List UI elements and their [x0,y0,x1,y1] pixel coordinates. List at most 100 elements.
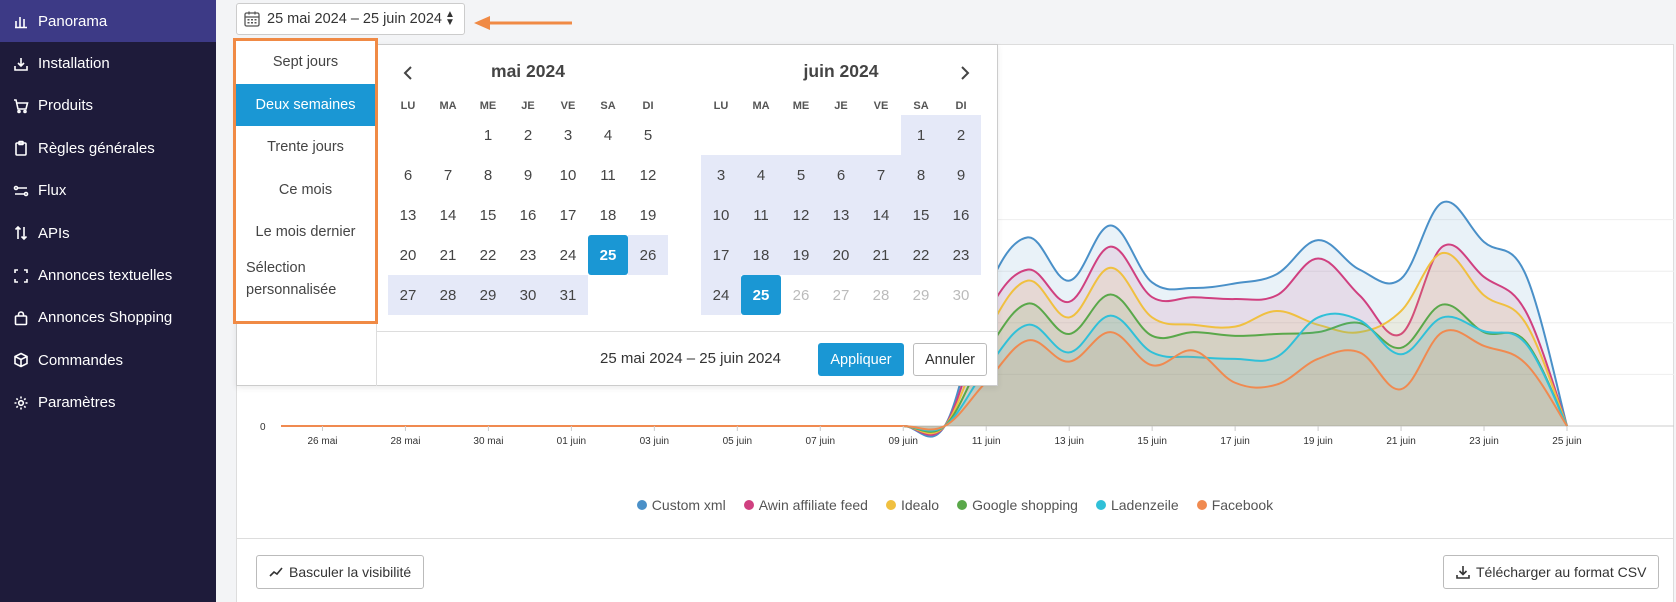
calendar-day[interactable]: 14 [861,195,901,235]
calendar-day[interactable]: 11 [588,155,628,195]
weekday-label: VE [873,100,889,112]
calendar-day[interactable]: 2 [508,115,548,155]
calendar-day[interactable]: 26 [781,275,821,315]
calendar-day[interactable]: 21 [428,235,468,275]
calendar-day[interactable]: 22 [901,235,941,275]
sidebar-item-flux[interactable]: Flux [0,170,216,212]
box-icon [12,351,30,369]
legend-item[interactable]: Awin affiliate feed [743,497,868,513]
calendar-day[interactable]: 3 [701,155,741,195]
calendar-day[interactable]: 15 [901,195,941,235]
sidebar-item-panorama[interactable]: Panorama [0,0,216,43]
range-option[interactable]: Deux semaines [236,83,375,126]
calendar-day[interactable]: 18 [588,195,628,235]
calendar-day[interactable]: 28 [861,275,901,315]
legend-item[interactable]: Ladenzeile [1095,497,1179,513]
sidebar-item-annonces-textuelles[interactable]: Annonces textuelles [0,254,216,296]
calendar-day[interactable]: 4 [588,115,628,155]
calendar-day[interactable]: 26 [628,235,668,275]
calendar-day[interactable]: 1 [468,115,508,155]
range-option[interactable]: Trente jours [236,126,375,169]
trend-icon [269,567,283,577]
range-option[interactable]: Sept jours [236,41,375,84]
calendar-day[interactable]: 19 [781,235,821,275]
legend-item[interactable]: Facebook [1196,497,1273,513]
calendar-day[interactable]: 31 [548,275,588,315]
sidebar-item-commandes[interactable]: Commandes [0,339,216,381]
calendar-day[interactable]: 1 [901,115,941,155]
calendar-day[interactable]: 20 [821,235,861,275]
calendar-day[interactable]: 17 [548,195,588,235]
calendar-day[interactable]: 18 [741,235,781,275]
calendar-day[interactable]: 6 [388,155,428,195]
calendar-day[interactable]: 27 [821,275,861,315]
calendar-day[interactable]: 29 [468,275,508,315]
calendar-day[interactable]: 10 [548,155,588,195]
calendar-day[interactable]: 9 [508,155,548,195]
range-option[interactable]: Sélection personnalisée [236,254,375,304]
calendar-day[interactable]: 3 [548,115,588,155]
calendar-day[interactable]: 22 [468,235,508,275]
legend-item[interactable]: Custom xml [636,497,726,513]
weekday-label: ME [792,100,810,112]
calendar-empty-cell [388,115,428,155]
sidebar-item-produits[interactable]: Produits [0,85,216,127]
download-icon [12,55,30,73]
calendar-day[interactable]: 16 [508,195,548,235]
calendar-day[interactable]: 10 [701,195,741,235]
calendar-day[interactable]: 27 [388,275,428,315]
calendar-day[interactable]: 29 [901,275,941,315]
calendar-day[interactable]: 28 [428,275,468,315]
calendar-day[interactable]: 25 [741,275,781,315]
sidebar: Panorama Installation Produits Règles génér… [0,0,216,602]
calendar-day[interactable]: 5 [781,155,821,195]
calendar-day[interactable]: 13 [388,195,428,235]
calendar-day[interactable]: 9 [941,155,981,195]
calendar-day[interactable]: 8 [901,155,941,195]
calendar-day[interactable]: 4 [741,155,781,195]
calendar-day[interactable]: 23 [508,235,548,275]
legend-item[interactable]: Google shopping [957,497,1078,513]
legend-dot-icon [1196,500,1207,510]
apply-button[interactable]: Appliquer [818,343,904,376]
weekday-label: DI [642,100,654,112]
calendar-day[interactable]: 8 [468,155,508,195]
sidebar-item-règles-générales[interactable]: Règles générales [0,127,216,169]
calendar-day[interactable]: 7 [861,155,901,195]
calendar-day[interactable]: 5 [628,115,668,155]
calendar-day[interactable]: 7 [428,155,468,195]
sidebar-item-apis[interactable]: APIs [0,212,216,254]
toggle-visibility-button[interactable]: Basculer la visibilité [256,555,425,589]
calendar-day[interactable]: 25 [588,235,628,275]
calendar-day[interactable]: 12 [628,155,668,195]
calendar-day[interactable]: 16 [941,195,981,235]
range-option[interactable]: Ce mois [236,169,375,212]
sidebar-item-installation[interactable]: Installation [0,42,216,84]
download-csv-button[interactable]: Télécharger au format CSV [1443,555,1660,589]
weekday-label: DI [955,100,967,112]
calendar-day[interactable]: 12 [781,195,821,235]
calendar-day[interactable]: 2 [941,115,981,155]
calendar-day[interactable]: 30 [508,275,548,315]
x-tick-label: 26 mai [307,436,337,447]
calendar-day[interactable]: 20 [388,235,428,275]
calendar-day[interactable]: 19 [628,195,668,235]
calendar-day[interactable]: 23 [941,235,981,275]
calendar-day[interactable]: 14 [428,195,468,235]
cancel-button[interactable]: Annuler [913,343,987,376]
date-range-selector[interactable]: 25 mai 2024 – 25 juin 2024 ▲ ▼ [236,3,465,35]
legend-item[interactable]: Idealo [885,497,939,513]
calendar-day[interactable]: 24 [548,235,588,275]
sidebar-item-label: Commandes [38,351,124,369]
range-option[interactable]: Le mois dernier [236,211,375,254]
calendar-day[interactable]: 15 [468,195,508,235]
calendar-day[interactable]: 21 [861,235,901,275]
sidebar-item-annonces-shopping[interactable]: Annonces Shopping [0,297,216,339]
calendar-day[interactable]: 13 [821,195,861,235]
calendar-day[interactable]: 11 [741,195,781,235]
calendar-day[interactable]: 6 [821,155,861,195]
calendar-day[interactable]: 30 [941,275,981,315]
sidebar-item-paramètres[interactable]: Paramètres [0,382,216,424]
calendar-day[interactable]: 24 [701,275,741,315]
calendar-day[interactable]: 17 [701,235,741,275]
